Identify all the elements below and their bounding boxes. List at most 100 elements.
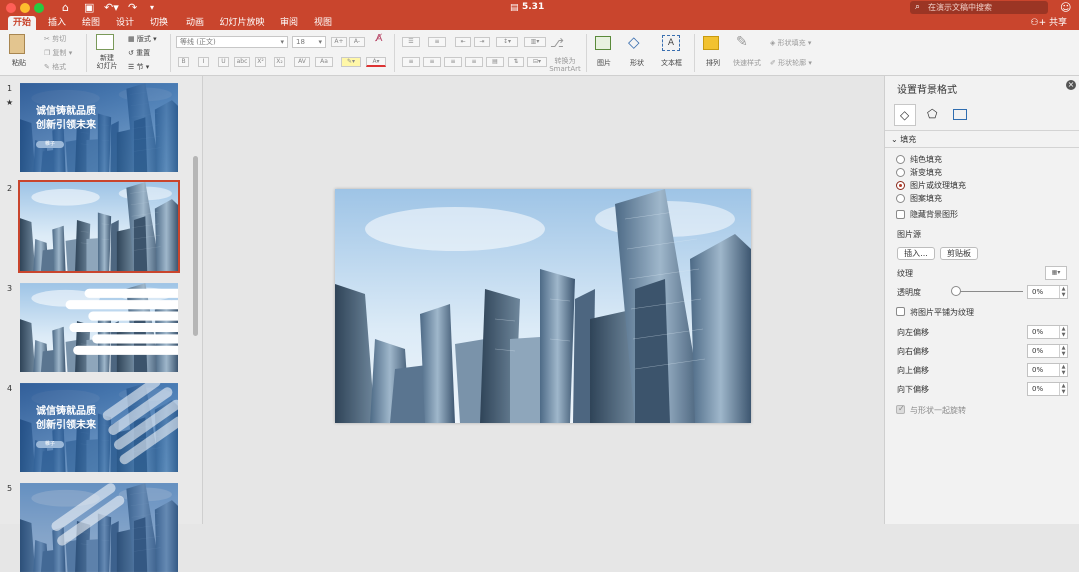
bold-icon[interactable]: B bbox=[178, 57, 189, 67]
ribbon-home: 粘贴 ✂ 剪切 ❐ 复制 ▾ ✎ 格式 新建 幻灯片 ▦ 版式 ▾ ↺ 重置 ☰… bbox=[0, 30, 1079, 76]
stepper-arrows-icon[interactable]: ▲ ▼ bbox=[1059, 345, 1067, 357]
tab-fill[interactable]: ◇ bbox=[894, 104, 916, 126]
line-spacing-icon[interactable]: ↕▾ bbox=[496, 37, 518, 47]
slide-thumbnail-4[interactable]: 诚信铸就品质 创新引领未来 帷子 bbox=[20, 383, 178, 472]
numbering-icon[interactable]: ≡ bbox=[428, 37, 446, 47]
stepper-arrows-icon[interactable]: ▲ ▼ bbox=[1059, 326, 1067, 338]
ribbon-separator bbox=[394, 34, 395, 72]
font-size-select[interactable]: 18 ▾ bbox=[292, 36, 326, 48]
offset-down-input[interactable]: 0% ▲ ▼ bbox=[1027, 382, 1068, 396]
solid-fill-radio[interactable] bbox=[896, 155, 905, 164]
clear-format-icon[interactable]: A̸ bbox=[370, 34, 388, 49]
offset-down-value: 0% bbox=[1032, 385, 1044, 393]
transparency-slider-track[interactable] bbox=[955, 291, 1023, 292]
transparency-input[interactable]: 0% ▲ ▼ bbox=[1027, 285, 1068, 299]
subscript-icon[interactable]: X₂ bbox=[274, 57, 285, 67]
stepper-arrows-icon[interactable]: ▲ ▼ bbox=[1059, 383, 1067, 395]
tab-transitions[interactable]: 切换 bbox=[146, 16, 172, 30]
tab-effects[interactable]: ⬠ bbox=[922, 104, 944, 126]
align-text-icon[interactable]: ⊟▾ bbox=[527, 57, 547, 67]
highlight-icon[interactable]: ✎▾ bbox=[341, 57, 361, 67]
search-input[interactable]: ⌕ 在演示文稿中搜索 bbox=[910, 1, 1048, 14]
change-case-icon[interactable]: Aa bbox=[315, 57, 333, 67]
tab-design[interactable]: 设计 bbox=[112, 16, 138, 30]
convert-smartart-label[interactable]: 转换为 SmartArt bbox=[549, 57, 581, 73]
text-direction-icon[interactable]: ⇅ bbox=[508, 57, 524, 67]
save-icon[interactable]: ▣ bbox=[84, 1, 94, 15]
stepper-arrows-icon[interactable]: ▲ ▼ bbox=[1059, 364, 1067, 376]
city-background bbox=[20, 182, 178, 271]
convert-smartart-icon[interactable]: ⎇ bbox=[550, 36, 564, 50]
section-button[interactable]: ☰ 节 ▾ bbox=[128, 62, 149, 72]
home-icon[interactable]: ⌂ bbox=[62, 1, 69, 15]
tile-texture-checkbox[interactable] bbox=[896, 307, 905, 316]
transparency-slider-handle[interactable] bbox=[951, 286, 961, 296]
tab-view[interactable]: 视图 bbox=[310, 16, 336, 30]
close-window-button[interactable] bbox=[6, 3, 16, 13]
tab-draw[interactable]: 绘图 bbox=[78, 16, 104, 30]
fill-section-header[interactable]: ⌄ 填充 bbox=[891, 134, 916, 145]
shape-outline-button[interactable]: ✐ 形状轮廓 ▾ bbox=[770, 58, 812, 68]
title-line: 诚信铸就品质 bbox=[36, 106, 96, 117]
increase-indent-icon[interactable]: ⇥ bbox=[474, 37, 490, 47]
bullets-icon[interactable]: ☰ bbox=[402, 37, 420, 47]
picture-fill-radio[interactable] bbox=[896, 181, 905, 190]
shape-fill-label: 形状填充 bbox=[777, 39, 806, 47]
slide-thumbnail-5[interactable] bbox=[20, 483, 178, 572]
stepper-arrows-icon[interactable]: ▲ ▼ bbox=[1059, 286, 1067, 298]
clipboard-button[interactable]: 剪贴板 bbox=[940, 247, 978, 260]
cut-button[interactable]: ✂ 剪切 bbox=[44, 34, 66, 44]
minimize-window-button[interactable] bbox=[20, 3, 30, 13]
align-center-icon[interactable]: ≡ bbox=[423, 57, 441, 67]
columns-icon[interactable]: ▥▾ bbox=[524, 37, 546, 47]
rotate-with-shape-checkbox[interactable]: ✓ bbox=[896, 404, 905, 414]
offset-up-input[interactable]: 0% ▲ ▼ bbox=[1027, 363, 1068, 377]
texture-picker[interactable]: ▦▾ bbox=[1045, 266, 1067, 280]
superscript-icon[interactable]: X² bbox=[255, 57, 266, 67]
current-slide[interactable] bbox=[335, 189, 751, 423]
strikethrough-icon[interactable]: abc bbox=[234, 57, 250, 67]
thumbnail-scrollbar[interactable] bbox=[193, 156, 198, 336]
insert-button[interactable]: 插入... bbox=[897, 247, 935, 260]
share-button[interactable]: ⚇+ 共享 bbox=[1031, 16, 1068, 30]
tab-review[interactable]: 审阅 bbox=[276, 16, 302, 30]
account-icon[interactable]: ☺ bbox=[1060, 1, 1071, 15]
font-name-select[interactable]: 等线 (正文) ▾ bbox=[176, 36, 288, 48]
pattern-fill-radio[interactable] bbox=[896, 194, 905, 203]
underline-icon[interactable]: U bbox=[218, 57, 229, 67]
copy-button[interactable]: ❐ 复制 ▾ bbox=[44, 48, 72, 58]
decrease-font-icon[interactable]: A- bbox=[349, 37, 365, 47]
align-left-icon[interactable]: ≡ bbox=[402, 57, 420, 67]
increase-font-icon[interactable]: A+ bbox=[331, 37, 347, 47]
font-color-icon[interactable]: A▾ bbox=[366, 57, 386, 67]
reset-button[interactable]: ↺ 重置 bbox=[128, 48, 150, 58]
tab-animations[interactable]: 动画 bbox=[180, 16, 210, 30]
gradient-fill-radio[interactable] bbox=[896, 168, 905, 177]
tab-insert[interactable]: 插入 bbox=[44, 16, 70, 30]
slide-button-pill: 帷子 bbox=[36, 141, 64, 148]
offset-right-input[interactable]: 0% ▲ ▼ bbox=[1027, 344, 1068, 358]
format-painter-button[interactable]: ✎ 格式 bbox=[44, 62, 66, 72]
decrease-indent-icon[interactable]: ⇤ bbox=[455, 37, 471, 47]
customize-toolbar-icon[interactable]: ▾ bbox=[150, 1, 154, 15]
zoom-window-button[interactable] bbox=[34, 3, 44, 13]
slide-thumbnail-2[interactable] bbox=[18, 180, 180, 273]
close-icon[interactable]: × bbox=[1066, 80, 1076, 90]
layout-button[interactable]: ▦ 版式 ▾ bbox=[128, 34, 157, 44]
justify-icon[interactable]: ≡ bbox=[465, 57, 483, 67]
char-spacing-icon[interactable]: AV bbox=[294, 57, 310, 67]
offset-left-input[interactable]: 0% ▲ ▼ bbox=[1027, 325, 1068, 339]
slide-thumbnail-3[interactable] bbox=[20, 283, 178, 372]
tab-picture[interactable] bbox=[949, 104, 971, 126]
undo-icon[interactable]: ↶▾ bbox=[104, 1, 119, 15]
texture-swatch-icon: ▦▾ bbox=[1051, 269, 1061, 276]
slide-thumbnail-1[interactable]: 诚信铸就品质 创新引领未来 帷子 bbox=[20, 83, 178, 172]
italic-icon[interactable]: I bbox=[198, 57, 209, 67]
tab-home[interactable]: 开始 bbox=[8, 16, 36, 30]
hide-bg-graphics-checkbox[interactable] bbox=[896, 210, 905, 219]
redo-icon[interactable]: ↷ bbox=[128, 1, 137, 15]
align-right-icon[interactable]: ≡ bbox=[444, 57, 462, 67]
distribute-icon[interactable]: ▤ bbox=[486, 57, 504, 67]
tab-slideshow[interactable]: 幻灯片放映 bbox=[216, 16, 268, 30]
shape-fill-button[interactable]: ◈ 形状填充 ▾ bbox=[770, 38, 811, 48]
